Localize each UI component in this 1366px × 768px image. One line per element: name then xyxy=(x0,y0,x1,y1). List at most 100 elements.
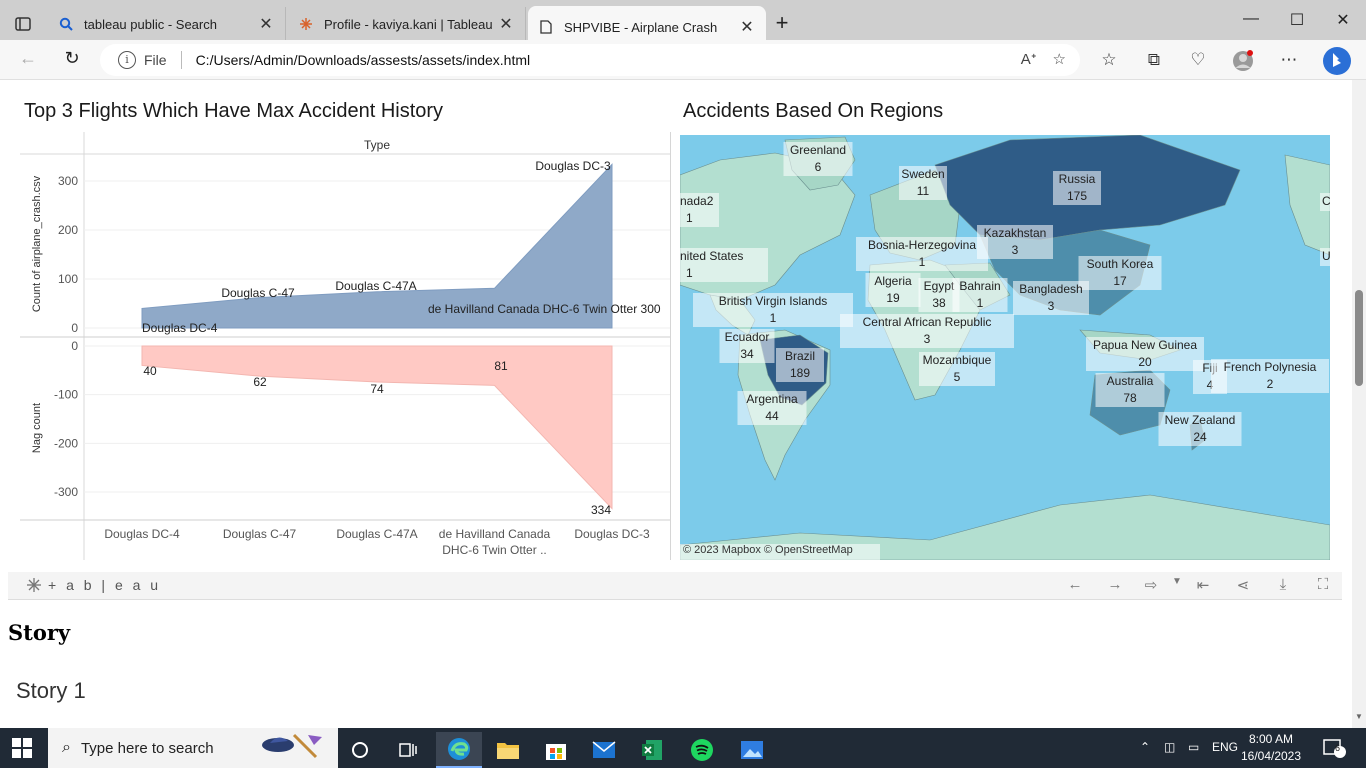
map-country-label[interactable]: Ecuador xyxy=(725,330,770,344)
map-country-count: 3 xyxy=(1012,243,1019,257)
taskbar-search-placeholder: Type here to search xyxy=(80,739,214,757)
y-tick-label: -200 xyxy=(54,436,78,450)
map-country-label[interactable]: Ca xyxy=(1322,194,1330,208)
story-item[interactable]: Story 1 xyxy=(16,678,86,704)
close-window-button[interactable]: ✕ xyxy=(1320,10,1366,36)
task-view-icon[interactable] xyxy=(388,732,428,768)
profile-avatar-icon[interactable] xyxy=(1232,50,1254,72)
map-country-label[interactable]: Russia xyxy=(1059,172,1096,186)
map-country-count: 17 xyxy=(1113,274,1127,288)
tableau-logo-icon xyxy=(27,578,41,592)
map-country-count: 1 xyxy=(919,255,926,269)
close-icon[interactable]: ✕ xyxy=(257,14,275,34)
data-label: 62 xyxy=(253,375,267,389)
info-icon[interactable]: i xyxy=(118,51,136,69)
scroll-down-arrow[interactable]: ▼ xyxy=(1354,712,1364,722)
address-bar[interactable]: i File C:/Users/Admin/Downloads/assests/… xyxy=(100,44,1080,76)
health-icon[interactable]: ♡ xyxy=(1187,50,1209,72)
download-icon[interactable]: ⤓ xyxy=(1272,576,1294,596)
url-text[interactable]: C:/Users/Admin/Downloads/assests/assets/… xyxy=(196,52,531,68)
map-country-label[interactable]: nited States xyxy=(680,249,743,263)
collections-icon[interactable]: ⧉ xyxy=(1143,50,1165,72)
new-tab-button[interactable]: + xyxy=(770,12,794,36)
map-country-label[interactable]: Brazil xyxy=(785,349,815,363)
language-indicator[interactable]: ENG xyxy=(1212,740,1238,754)
map-country-count: 3 xyxy=(924,332,931,346)
divider xyxy=(670,132,671,560)
file-explorer-icon[interactable] xyxy=(488,732,528,768)
map-country-label[interactable]: British Virgin Islands xyxy=(719,294,828,308)
tab-search[interactable]: tableau public - Search ✕ xyxy=(48,7,286,41)
map-country-label[interactable]: New Zealand xyxy=(1165,413,1236,427)
favorites-icon[interactable]: ☆ xyxy=(1098,50,1120,72)
address-toolbar: ← ↻ i File C:/Users/Admin/Downloads/asse… xyxy=(0,40,1366,80)
edge-icon[interactable] xyxy=(436,732,482,768)
photos-icon[interactable] xyxy=(732,732,772,768)
map-country-label[interactable]: Sweden xyxy=(901,167,944,181)
clock-time: 8:00 AM xyxy=(1248,732,1294,746)
more-icon[interactable]: ⋯ xyxy=(1278,50,1300,72)
tab-actions-icon[interactable] xyxy=(8,10,38,38)
map-country-label[interactable]: Bangladesh xyxy=(1019,282,1082,296)
fullscreen-icon[interactable]: ⛶ xyxy=(1312,576,1334,596)
map-country-label[interactable]: Papua New Guinea xyxy=(1093,338,1197,352)
back-button[interactable]: ← xyxy=(14,48,42,72)
map-country-label[interactable]: Argentina xyxy=(746,392,798,406)
chevron-down-icon[interactable]: ▼ xyxy=(1166,576,1188,596)
windows-start-icon[interactable] xyxy=(12,738,32,758)
map-country-label[interactable]: Egypt xyxy=(924,279,955,293)
redo-icon[interactable]: → xyxy=(1104,576,1126,596)
tableau-icon xyxy=(298,16,314,32)
map-country-count: 1 xyxy=(977,296,984,310)
chevron-up-icon[interactable]: ⌃ xyxy=(1140,740,1150,754)
tableau-logo[interactable]: + a b | e a u xyxy=(26,577,161,593)
column-header: Type xyxy=(364,138,390,152)
network-icon[interactable]: ▭ xyxy=(1188,740,1199,754)
map-country-label[interactable]: Australia xyxy=(1107,374,1154,388)
tab-profile[interactable]: Profile - kaviya.kani | Tableau Pub ✕ xyxy=(288,7,526,41)
map-country-label[interactable]: French Polynesia xyxy=(1224,360,1317,374)
system-clock[interactable]: 8:00 AM 16/04/2023 xyxy=(1236,731,1306,765)
mail-icon[interactable] xyxy=(584,732,624,768)
camera-icon[interactable]: ◫ xyxy=(1164,740,1175,754)
store-icon[interactable] xyxy=(536,732,576,768)
file-label: File xyxy=(144,52,167,68)
spotify-icon[interactable] xyxy=(682,732,722,768)
chart-svg[interactable]: Type 0 100 200 300 0 -100 -200 -300 Count of airp… xyxy=(20,132,671,560)
x-tick-label: Douglas C-47 xyxy=(223,527,297,541)
map-country-label[interactable]: Bosnia-Herzegovina xyxy=(868,238,976,252)
map-country-count: 175 xyxy=(1067,189,1087,203)
map-country-label[interactable]: Kazakhstan xyxy=(984,226,1047,240)
map-country-label[interactable]: Algeria xyxy=(874,274,912,288)
bing-icon[interactable] xyxy=(1322,46,1352,76)
map-country-label[interactable]: Bahrain xyxy=(959,279,1000,293)
close-icon[interactable]: ✕ xyxy=(738,17,756,37)
map-country-count: 1 xyxy=(686,266,693,280)
share-icon[interactable]: ⋖ xyxy=(1232,576,1254,596)
map-country-label[interactable]: U xyxy=(1322,249,1330,263)
map-country-label[interactable]: Central African Republic xyxy=(863,315,992,329)
map-country-label[interactable]: Mozambique xyxy=(923,353,992,367)
scroll-thumb[interactable] xyxy=(1355,290,1363,386)
map-country-label[interactable]: South Korea xyxy=(1087,257,1154,271)
read-aloud-icon[interactable]: A͏ᐩ xyxy=(1021,50,1037,68)
minimize-button[interactable]: — xyxy=(1228,10,1274,36)
cortana-icon[interactable] xyxy=(340,732,380,768)
region-map[interactable]: Greenland6Sweden11Russia175nada21CaKazak… xyxy=(680,135,1330,560)
map-country-count: 1 xyxy=(770,311,777,325)
map-country-label[interactable]: Greenland xyxy=(790,143,846,157)
reset-icon[interactable]: ⇤ xyxy=(1192,576,1214,596)
close-icon[interactable]: ✕ xyxy=(497,14,515,34)
accident-area-chart[interactable]: Type 0 100 200 300 0 -100 -200 -300 Count of airp… xyxy=(20,132,671,560)
refresh-button[interactable]: ↻ xyxy=(58,48,86,72)
map-svg[interactable]: Greenland6Sweden11Russia175nada21CaKazak… xyxy=(680,135,1330,560)
maximize-button[interactable]: ☐ xyxy=(1274,10,1320,36)
excel-icon[interactable] xyxy=(632,732,672,768)
taskbar-search[interactable]: ⌕ Type here to search xyxy=(48,728,338,768)
favorite-add-icon[interactable]: ☆ xyxy=(1053,50,1066,68)
map-country-label[interactable]: nada2 xyxy=(680,194,714,208)
notification-icon[interactable]: 6 xyxy=(1322,738,1346,761)
page-scrollbar[interactable]: ▼ xyxy=(1352,80,1366,728)
revert-icon[interactable]: ⇨ xyxy=(1140,576,1162,596)
undo-icon[interactable]: ← xyxy=(1064,576,1086,596)
